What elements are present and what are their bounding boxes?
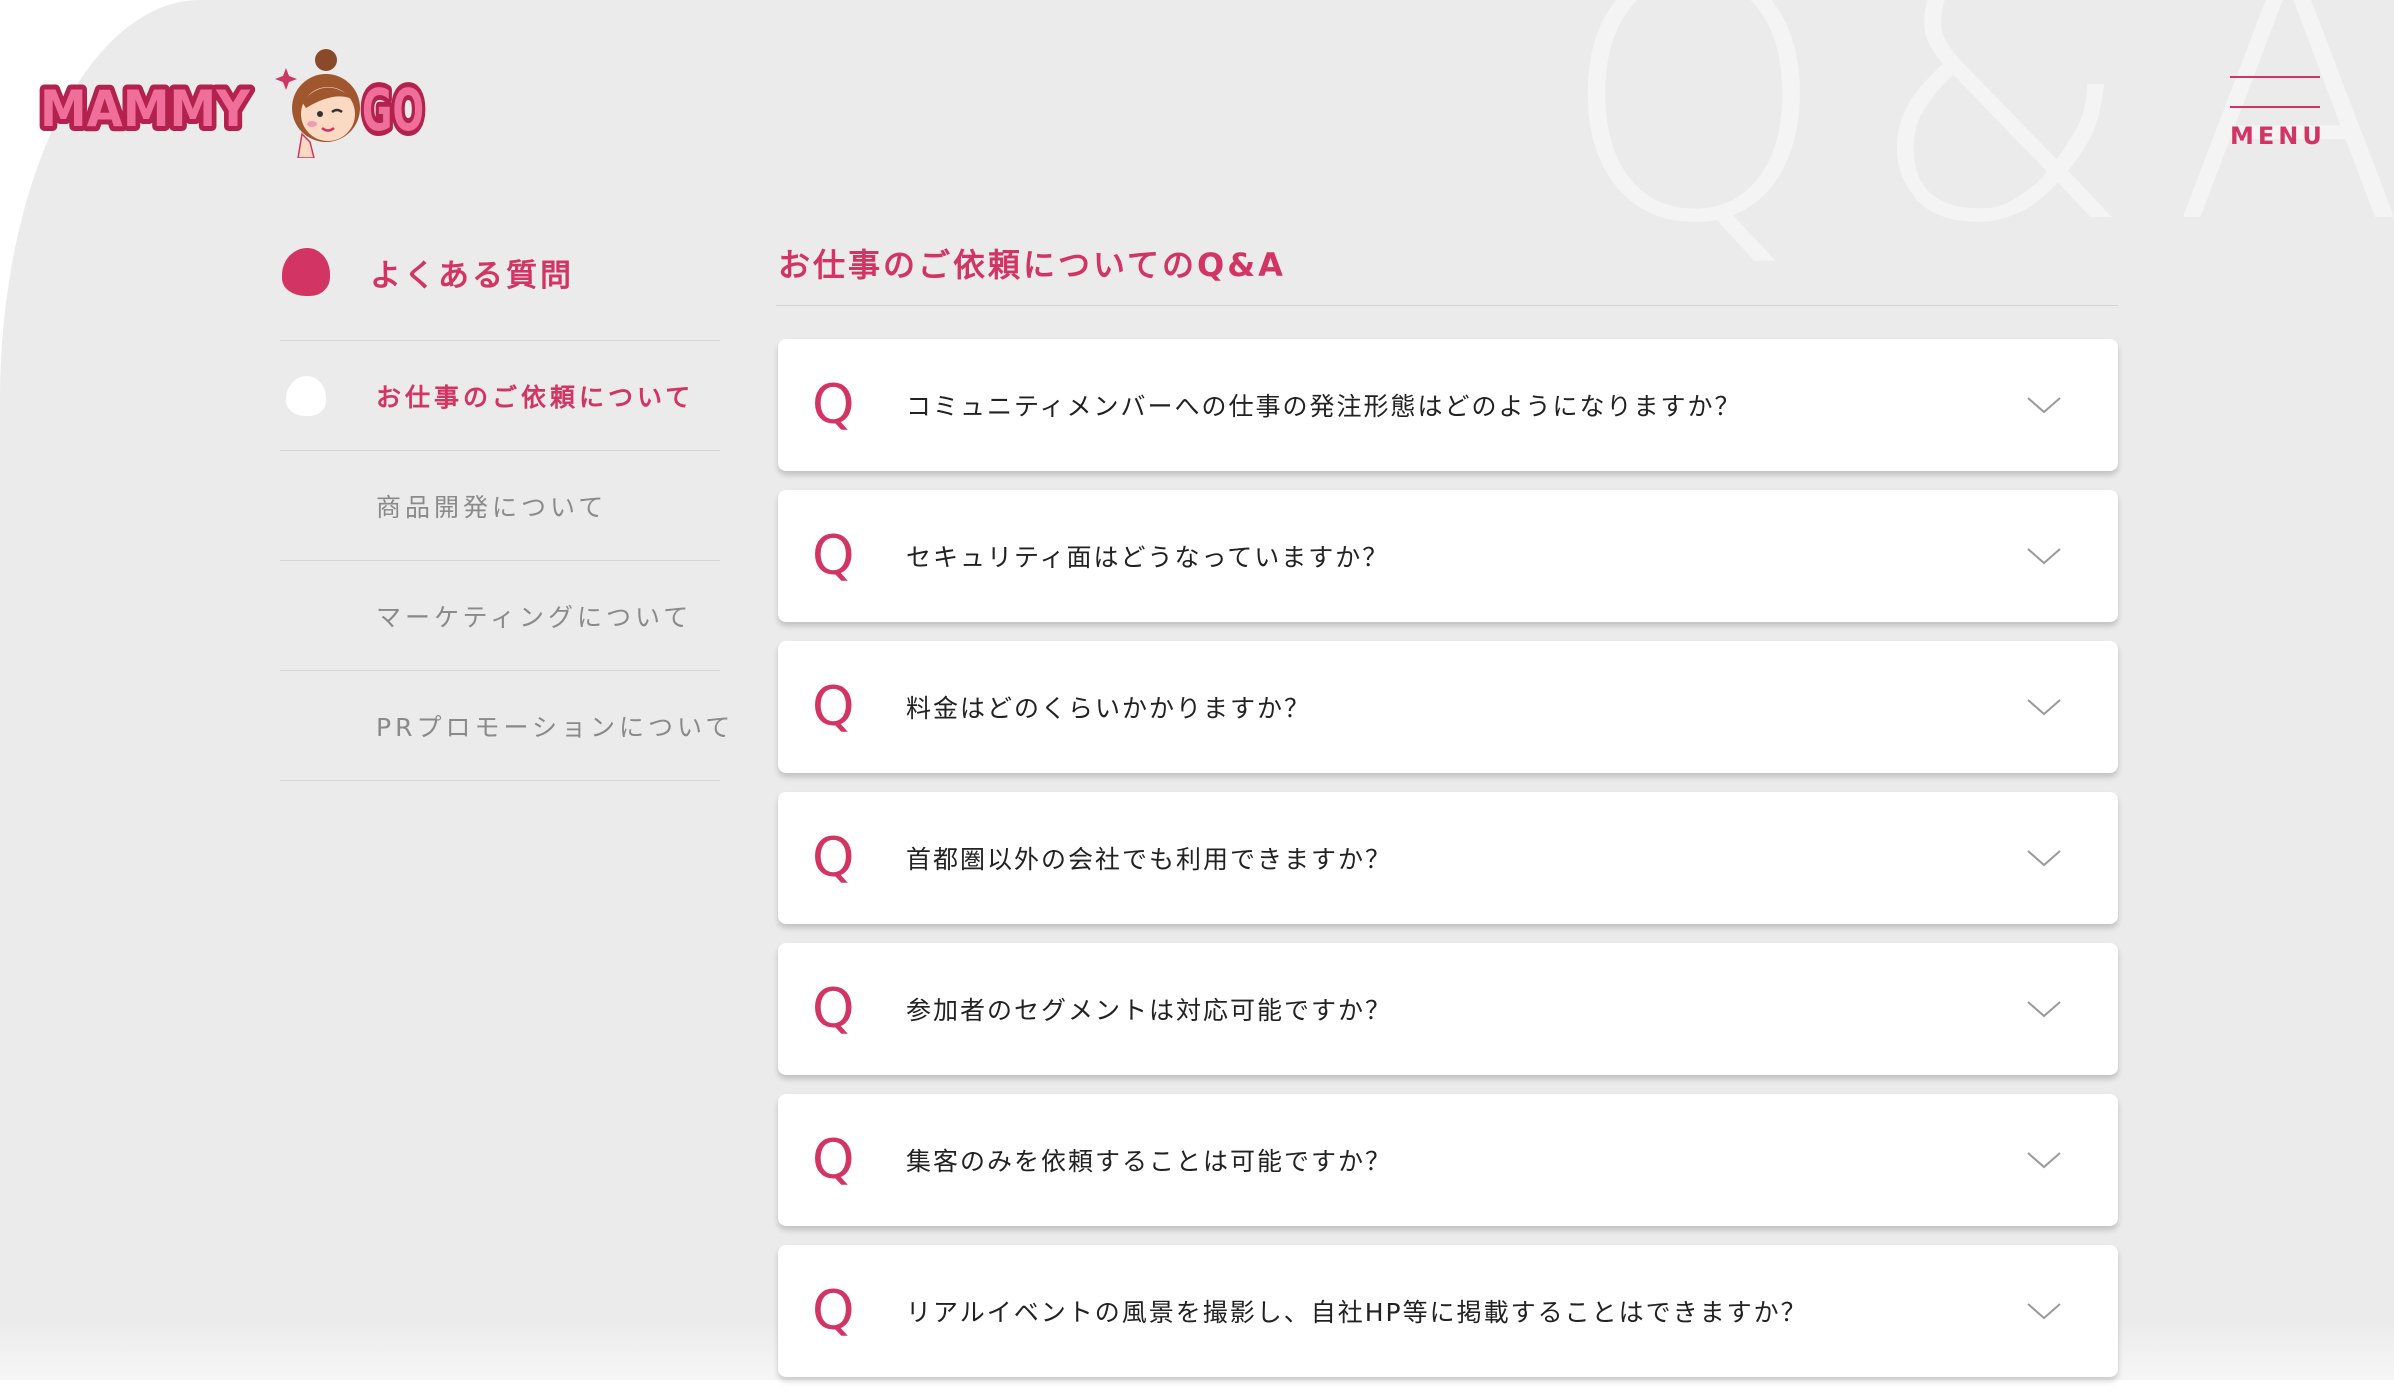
sidebar-item-product-development[interactable]: 商品開発について	[280, 450, 720, 560]
sidebar: よくある質問 お仕事のご依頼について 商品開発について マーケティングについて …	[280, 236, 730, 781]
sidebar-item-label: お仕事のご依頼について	[376, 382, 695, 412]
faq-item[interactable]: Q 料金はどのくらいかかりますか？	[778, 641, 2118, 773]
faq-item[interactable]: Q 集客のみを依頼することは可能ですか？	[778, 1094, 2118, 1226]
q-marker: Q	[812, 675, 855, 738]
faq-item[interactable]: Q セキュリティ面はどうなっていますか？	[778, 490, 2118, 622]
section-divider	[776, 305, 2118, 306]
mascot-illustration	[275, 49, 360, 158]
section-title: お仕事のご依頼についてのQ&A	[778, 246, 1286, 284]
faq-question: 料金はどのくらいかかりますか？	[906, 694, 1312, 723]
chevron-down-icon	[2027, 1303, 2061, 1320]
sidebar-title: よくある質問	[370, 257, 574, 294]
sidebar-item-work-requests[interactable]: お仕事のご依頼について	[280, 340, 720, 450]
sidebar-header: よくある質問	[280, 236, 720, 308]
faq-list: Q コミュニティメンバーへの仕事の発注形態はどのようになりますか？ Q セキュリ…	[778, 339, 2118, 1396]
mammy-go-logo[interactable]: MAMMY MAMMY GO GO	[36, 38, 426, 158]
faq-question: セキュリティ面はどうなっていますか？	[906, 543, 1390, 572]
sidebar-nav: お仕事のご依頼について 商品開発について マーケティングについて PRプロモーシ…	[280, 340, 730, 781]
q-marker: Q	[812, 1279, 855, 1342]
q-marker: Q	[812, 826, 855, 889]
logo-text-left-fill: MAMMY	[40, 80, 251, 138]
faq-item[interactable]: Q リアルイベントの風景を撮影し、自社HP等に掲載することはできますか？	[778, 1245, 2118, 1377]
faq-item[interactable]: Q コミュニティメンバーへの仕事の発注形態はどのようになりますか？	[778, 339, 2118, 471]
faq-question: 首都圏以外の会社でも利用できますか？	[906, 845, 1393, 874]
sidebar-item-label: PRプロモーションについて	[376, 712, 735, 742]
faq-item[interactable]: Q 参加者のセグメントは対応可能ですか？	[778, 943, 2118, 1075]
active-indicator-icon	[286, 375, 326, 416]
menu-label: MENU	[2230, 122, 2326, 150]
chevron-down-icon	[2027, 548, 2061, 565]
sidebar-item-marketing[interactable]: マーケティングについて	[280, 560, 720, 670]
q-marker: Q	[812, 373, 855, 436]
chevron-down-icon	[2027, 1001, 2061, 1018]
chevron-down-icon	[2027, 699, 2061, 716]
sidebar-item-label: 商品開発について	[376, 492, 608, 522]
sidebar-item-pr-promotion[interactable]: PRプロモーションについて	[280, 670, 730, 781]
q-marker: Q	[812, 1128, 855, 1191]
faq-question: リアルイベントの風景を撮影し、自社HP等に掲載することはできますか？	[906, 1298, 1808, 1327]
logo-text-right-fill: GO	[362, 76, 424, 144]
faq-item[interactable]: Q 首都圏以外の会社でも利用できますか？	[778, 792, 2118, 924]
chevron-down-icon	[2027, 397, 2061, 414]
q-marker: Q	[812, 524, 855, 587]
menu-bar-icon	[2230, 76, 2320, 78]
q-marker: Q	[812, 977, 855, 1040]
blob-icon	[282, 248, 330, 296]
faq-question: 参加者のセグメントは対応可能ですか？	[906, 996, 1393, 1025]
menu-button[interactable]: MENU	[2230, 76, 2326, 150]
chevron-down-icon	[2027, 850, 2061, 867]
menu-bar-icon	[2230, 106, 2320, 108]
sidebar-item-label: マーケティングについて	[376, 602, 693, 632]
chevron-down-icon	[2027, 1152, 2061, 1169]
faq-question: コミュニティメンバーへの仕事の発注形態はどのようになりますか？	[906, 392, 1742, 421]
faq-question: 集客のみを依頼することは可能ですか？	[906, 1147, 1393, 1176]
